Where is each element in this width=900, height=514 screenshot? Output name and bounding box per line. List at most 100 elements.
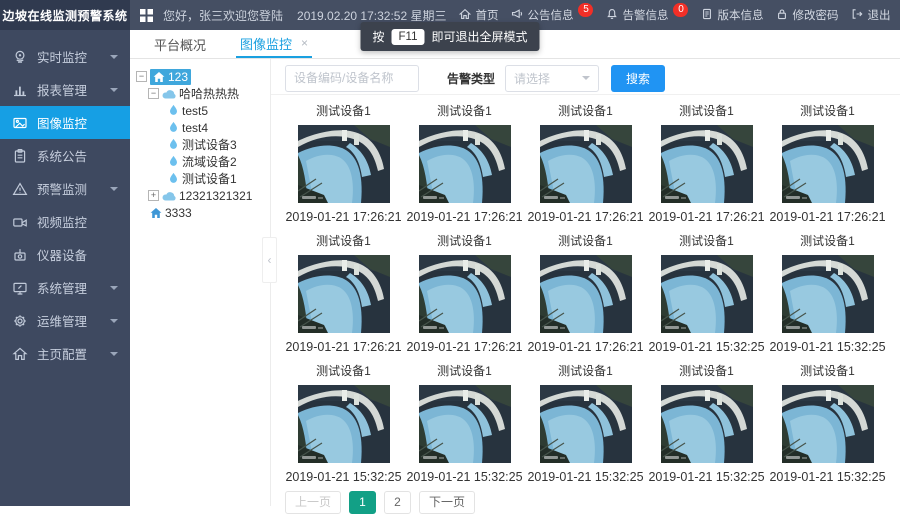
tab-platform-overview[interactable]: 平台概况 <box>150 30 210 58</box>
card-timestamp: 2019-01-21 17:26:21 <box>648 210 765 224</box>
alarm-type-select[interactable]: 请选择 <box>505 64 600 92</box>
expand-node-icon[interactable]: + <box>148 190 159 201</box>
water-drop-icon <box>170 104 177 115</box>
device-image-card[interactable]: 测试设备1 2019-01-21 15:32:25 <box>525 357 646 487</box>
device-snapshot-image[interactable] <box>539 255 632 333</box>
camera-base <box>16 58 24 63</box>
device-image-card[interactable]: 测试设备1 2019-01-21 15:32:25 <box>283 357 404 487</box>
alarm-icon <box>606 8 618 23</box>
fullscreen-exit-toast: 按 F11 即可退出全屏模式 <box>360 22 540 51</box>
device-snapshot-image[interactable] <box>781 385 874 463</box>
tree-node-device1[interactable]: 测试设备1 <box>130 170 270 187</box>
tree-node-test5[interactable]: test5 <box>130 102 270 119</box>
collapse-node-icon[interactable]: − <box>136 71 147 82</box>
tree-node-12321321321[interactable]: + 12321321321 <box>130 187 270 204</box>
snapshot-grid: 测试设备1 2019-01-21 17:26:21 测试设备1 2019-01-… <box>271 95 900 487</box>
card-device-name: 测试设备1 <box>800 234 855 248</box>
collapse-node-icon[interactable]: − <box>148 88 159 99</box>
tab-close-icon[interactable]: × <box>301 36 308 50</box>
device-image-card[interactable]: 测试设备1 2019-01-21 15:32:25 <box>767 227 888 357</box>
chevron-down-icon <box>110 318 118 323</box>
device-image-card[interactable]: 测试设备1 2019-01-21 15:32:25 <box>404 357 525 487</box>
sidebar-item-homepage-config[interactable]: 主页配置 <box>0 337 130 370</box>
tree-collapse-handle[interactable]: ‹ <box>262 237 277 283</box>
card-device-name: 测试设备1 <box>437 104 492 118</box>
device-snapshot-image[interactable] <box>297 255 390 333</box>
device-snapshot-image[interactable] <box>781 125 874 203</box>
tree-node-haha[interactable]: − 哈哈热热热 <box>130 85 270 102</box>
nav-change-password[interactable]: 修改密码 <box>776 7 838 23</box>
card-device-name: 测试设备1 <box>679 234 734 248</box>
device-image-card[interactable]: 测试设备1 2019-01-21 15:32:25 <box>767 357 888 487</box>
device-snapshot-image[interactable] <box>418 125 511 203</box>
sidebar-item-image-monitor[interactable]: 图像监控 <box>0 106 130 139</box>
card-timestamp: 2019-01-21 17:26:21 <box>527 210 644 224</box>
device-snapshot-image[interactable] <box>297 385 390 463</box>
device-snapshot-image[interactable] <box>660 125 753 203</box>
device-image-card[interactable]: 测试设备1 2019-01-21 17:26:21 <box>767 97 888 227</box>
device-image-card[interactable]: 测试设备1 2019-01-21 17:26:21 <box>404 227 525 357</box>
tree-node-3333[interactable]: 3333 <box>130 204 270 221</box>
house-icon <box>150 207 162 218</box>
pagination: 上一页 1 2 下一页 <box>285 491 900 514</box>
sidebar-item-system-manage[interactable]: 系统管理 <box>0 271 130 304</box>
nav-announcements[interactable]: 公告信息 5 <box>511 3 594 23</box>
tree-node-test4[interactable]: test4 <box>130 119 270 136</box>
device-snapshot-image[interactable] <box>539 125 632 203</box>
device-search-input[interactable] <box>285 64 419 92</box>
version-icon <box>701 8 713 23</box>
top-nav: 首页 公告信息 5 告警信息 0 版本信息 修改密码 退出 <box>446 3 900 23</box>
sidebar-item-ops-manage[interactable]: 运维管理 <box>0 304 130 337</box>
sidebar-item-report-manage[interactable]: 报表管理 <box>0 73 130 106</box>
nav-alarms[interactable]: 告警信息 0 <box>606 3 689 23</box>
tree-node-selected[interactable]: 123 <box>150 68 192 85</box>
page-2-button[interactable]: 2 <box>384 491 412 514</box>
water-drop-icon <box>170 138 177 149</box>
apps-grid-icon[interactable] <box>140 8 153 22</box>
card-device-name: 测试设备1 <box>316 234 371 248</box>
device-snapshot-image[interactable] <box>418 255 511 333</box>
card-timestamp: 2019-01-21 17:26:21 <box>285 210 402 224</box>
water-drop-icon <box>170 155 177 166</box>
device-image-card[interactable]: 测试设备1 2019-01-21 17:26:21 <box>404 97 525 227</box>
device-snapshot-image[interactable] <box>418 385 511 463</box>
device-image-card[interactable]: 测试设备1 2019-01-21 17:26:21 <box>525 227 646 357</box>
device-image-card[interactable]: 测试设备1 2019-01-21 15:32:25 <box>646 227 767 357</box>
device-snapshot-image[interactable] <box>781 255 874 333</box>
prev-page-button[interactable]: 上一页 <box>285 491 342 514</box>
sidebar-item-video-monitor[interactable]: 视频监控 <box>0 205 130 238</box>
sidebar-item-warning-monitor[interactable]: 预警监测 <box>0 172 130 205</box>
nav-logout[interactable]: 退出 <box>851 7 890 23</box>
device-snapshot-image[interactable] <box>539 385 632 463</box>
cloud-icon <box>162 191 176 200</box>
tree-node-123[interactable]: − 123 <box>130 68 270 85</box>
page-1-button[interactable]: 1 <box>349 491 377 514</box>
card-timestamp: 2019-01-21 15:32:25 <box>648 470 765 484</box>
tab-image-monitor[interactable]: 图像监控 × <box>236 30 313 58</box>
search-button[interactable]: 搜索 <box>611 64 666 92</box>
f11-keycap: F11 <box>391 28 425 45</box>
alarm-type-label: 告警类型 <box>447 71 496 86</box>
next-page-button[interactable]: 下一页 <box>419 491 476 514</box>
sidebar-item-system-notice[interactable]: 系统公告 <box>0 139 130 172</box>
device-snapshot-image[interactable] <box>660 255 753 333</box>
card-device-name: 测试设备1 <box>679 104 734 118</box>
tree-node-device3[interactable]: 测试设备3 <box>130 136 270 153</box>
water-drop-icon <box>170 172 177 183</box>
sidebar-item-instrument-device[interactable]: 仪器设备 <box>0 238 130 271</box>
nav-home[interactable]: 首页 <box>459 7 498 23</box>
device-image-card[interactable]: 测试设备1 2019-01-21 17:26:21 <box>283 227 404 357</box>
nav-version-info[interactable]: 版本信息 <box>701 7 763 23</box>
device-snapshot-image[interactable] <box>297 125 390 203</box>
card-timestamp: 2019-01-21 17:26:21 <box>406 210 523 224</box>
device-image-card[interactable]: 测试设备1 2019-01-21 17:26:21 <box>525 97 646 227</box>
water-drop-icon <box>170 121 177 132</box>
device-snapshot-image[interactable] <box>660 385 753 463</box>
device-image-card[interactable]: 测试设备1 2019-01-21 17:26:21 <box>283 97 404 227</box>
tree-node-basin-device2[interactable]: 流域设备2 <box>130 153 270 170</box>
device-image-card[interactable]: 测试设备1 2019-01-21 17:26:21 <box>646 97 767 227</box>
sidebar-item-realtime-monitor[interactable]: 实时监控 <box>0 40 130 73</box>
card-device-name: 测试设备1 <box>679 364 734 378</box>
device-image-card[interactable]: 测试设备1 2019-01-21 15:32:25 <box>646 357 767 487</box>
password-lock-icon <box>776 8 788 23</box>
